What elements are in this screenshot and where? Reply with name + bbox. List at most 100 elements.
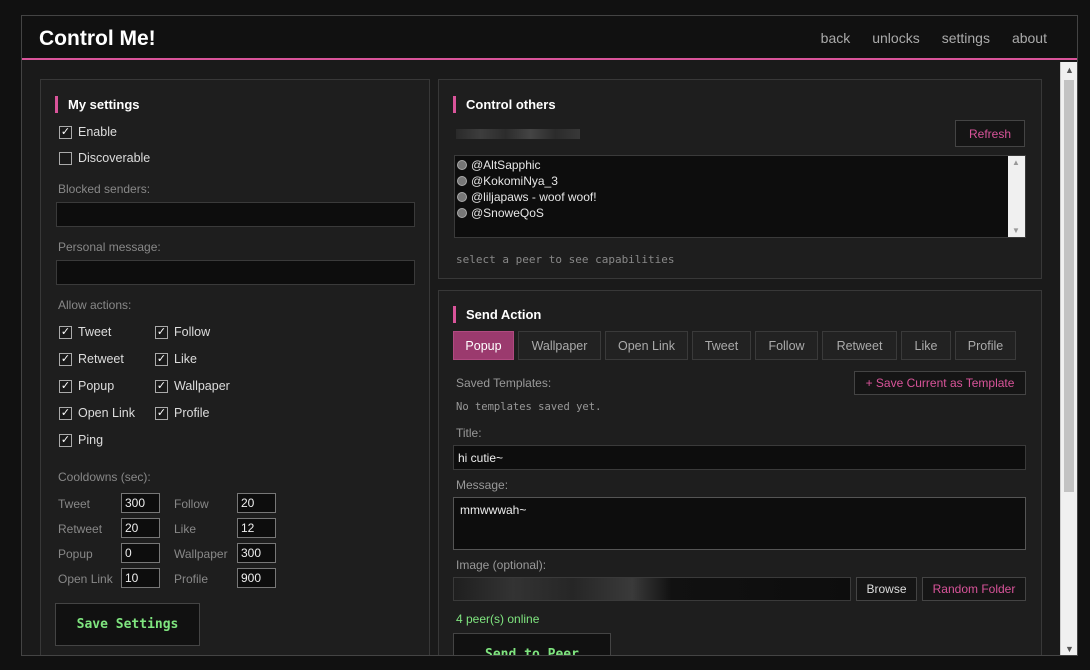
saved-templates-label: Saved Templates:	[456, 376, 552, 390]
cooldown-retweet-input[interactable]	[121, 518, 160, 538]
allow-open-link-label: Open Link	[78, 406, 135, 420]
cooldown-tweet-label: Tweet	[58, 497, 91, 511]
allow-tweet-checkbox[interactable]: ✓ Tweet	[59, 325, 111, 339]
refresh-button[interactable]: Refresh	[955, 120, 1025, 147]
checkbox-checked-icon: ✓	[155, 406, 168, 420]
allow-open-link-checkbox[interactable]: ✓ Open Link	[59, 406, 135, 420]
allow-wallpaper-label: Wallpaper	[174, 379, 230, 393]
allow-like-checkbox[interactable]: ✓ Like	[155, 352, 197, 366]
cooldown-wallpaper-label: Wallpaper	[174, 547, 228, 561]
tab-tweet[interactable]: Tweet	[692, 331, 751, 360]
tab-popup[interactable]: Popup	[453, 331, 514, 360]
checkbox-checked-icon: ✓	[155, 352, 168, 366]
scrollbar-thumb[interactable]	[1064, 80, 1074, 492]
allow-retweet-label: Retweet	[78, 352, 124, 366]
cooldown-popup-label: Popup	[58, 547, 93, 561]
my-settings-title: My settings	[55, 96, 140, 113]
peer-hint: select a peer to see capabilities	[456, 253, 675, 266]
allow-retweet-checkbox[interactable]: ✓ Retweet	[59, 352, 124, 366]
cooldown-profile-input[interactable]	[237, 568, 276, 588]
main-content: My settings ✓ Enable Discoverable Blocked…	[22, 62, 1059, 655]
send-to-peer-button[interactable]: Send to Peer	[453, 633, 611, 655]
title-input[interactable]	[453, 445, 1026, 470]
allow-wallpaper-checkbox[interactable]: ✓ Wallpaper	[155, 379, 230, 393]
personal-message-input[interactable]	[56, 260, 415, 285]
no-templates-text: No templates saved yet.	[456, 401, 602, 413]
peer-item[interactable]: @KokomiNya_3	[457, 174, 558, 188]
allow-ping-checkbox[interactable]: ✓ Ping	[59, 433, 103, 447]
browse-button[interactable]: Browse	[856, 577, 917, 601]
top-nav: back unlocks settings about	[799, 30, 1047, 46]
checkbox-checked-icon: ✓	[155, 325, 168, 339]
tab-open-link[interactable]: Open Link	[605, 331, 688, 360]
app-window: Control Me! back unlocks settings about …	[21, 15, 1078, 656]
cooldown-follow-input[interactable]	[237, 493, 276, 513]
discoverable-checkbox[interactable]: Discoverable	[59, 151, 150, 165]
save-settings-button[interactable]: Save Settings	[55, 603, 200, 646]
allow-popup-checkbox[interactable]: ✓ Popup	[59, 379, 114, 393]
allow-follow-checkbox[interactable]: ✓ Follow	[155, 325, 210, 339]
allow-tweet-label: Tweet	[78, 325, 112, 339]
peer-name: @liljapaws - woof woof!	[471, 190, 597, 204]
cooldown-retweet-label: Retweet	[58, 522, 103, 536]
cooldown-tweet-input[interactable]	[121, 493, 160, 513]
cooldown-popup-input[interactable]	[121, 543, 160, 563]
image-path-field[interactable]	[453, 577, 851, 601]
radio-icon	[457, 160, 467, 170]
tab-wallpaper[interactable]: Wallpaper	[518, 331, 601, 360]
title-label: Title:	[456, 426, 482, 440]
peer-list: @AltSapphic @KokomiNya_3 @liljapaws - wo…	[454, 155, 1026, 238]
tab-like[interactable]: Like	[901, 331, 951, 360]
cooldown-follow-label: Follow	[174, 497, 209, 511]
radio-icon	[457, 192, 467, 202]
checkbox-checked-icon: ✓	[59, 125, 72, 139]
send-action-title: Send Action	[453, 306, 541, 323]
save-template-button[interactable]: + Save Current as Template	[854, 371, 1026, 395]
image-label: Image (optional):	[456, 558, 547, 572]
personal-message-label: Personal message:	[58, 240, 161, 254]
peer-item[interactable]: @AltSapphic	[457, 158, 541, 172]
checkbox-checked-icon: ✓	[59, 433, 72, 447]
allow-like-label: Like	[174, 352, 197, 366]
nav-settings[interactable]: settings	[942, 30, 990, 46]
checkbox-checked-icon: ✓	[59, 325, 72, 339]
cooldown-like-input[interactable]	[237, 518, 276, 538]
enable-checkbox[interactable]: ✓ Enable	[59, 125, 117, 139]
scroll-up-icon[interactable]: ▲	[1012, 158, 1020, 167]
random-folder-button[interactable]: Random Folder	[922, 577, 1026, 601]
nav-unlocks[interactable]: unlocks	[872, 30, 919, 46]
cooldown-open-link-input[interactable]	[121, 568, 160, 588]
cooldown-profile-label: Profile	[174, 572, 209, 586]
peer-item[interactable]: @SnoweQoS	[457, 206, 544, 220]
allow-profile-checkbox[interactable]: ✓ Profile	[155, 406, 209, 420]
checkbox-checked-icon: ✓	[59, 352, 72, 366]
checkbox-checked-icon: ✓	[59, 406, 72, 420]
peer-name: @KokomiNya_3	[471, 174, 558, 188]
peer-list-scrollbar[interactable]: ▲ ▼	[1008, 156, 1025, 237]
nav-about[interactable]: about	[1012, 30, 1047, 46]
top-bar: Control Me! back unlocks settings about	[22, 16, 1077, 60]
allow-popup-label: Popup	[78, 379, 115, 393]
cooldowns-label: Cooldowns (sec):	[58, 470, 151, 484]
redacted-user-info	[456, 129, 580, 139]
radio-icon	[457, 208, 467, 218]
cooldown-like-label: Like	[174, 522, 197, 536]
scroll-up-icon[interactable]: ▲	[1065, 65, 1074, 75]
my-settings-panel: My settings ✓ Enable Discoverable Blocked…	[40, 79, 430, 655]
cooldown-wallpaper-input[interactable]	[237, 543, 276, 563]
allow-actions-label: Allow actions:	[58, 298, 132, 312]
checkbox-checked-icon: ✓	[155, 379, 168, 393]
nav-back[interactable]: back	[821, 30, 851, 46]
tab-profile[interactable]: Profile	[955, 331, 1016, 360]
peers-online-status: 4 peer(s) online	[456, 612, 540, 626]
page-scrollbar[interactable]: ▲ ▼	[1060, 62, 1077, 655]
allow-profile-label: Profile	[174, 406, 210, 420]
message-textarea[interactable]: mmwwwah~	[453, 497, 1026, 550]
blocked-senders-input[interactable]	[56, 202, 415, 227]
cooldown-open-link-label: Open Link	[58, 572, 113, 586]
tab-retweet[interactable]: Retweet	[822, 331, 897, 360]
scroll-down-icon[interactable]: ▼	[1065, 644, 1074, 654]
tab-follow[interactable]: Follow	[755, 331, 818, 360]
scroll-down-icon[interactable]: ▼	[1012, 226, 1020, 235]
peer-item[interactable]: @liljapaws - woof woof!	[457, 190, 597, 204]
